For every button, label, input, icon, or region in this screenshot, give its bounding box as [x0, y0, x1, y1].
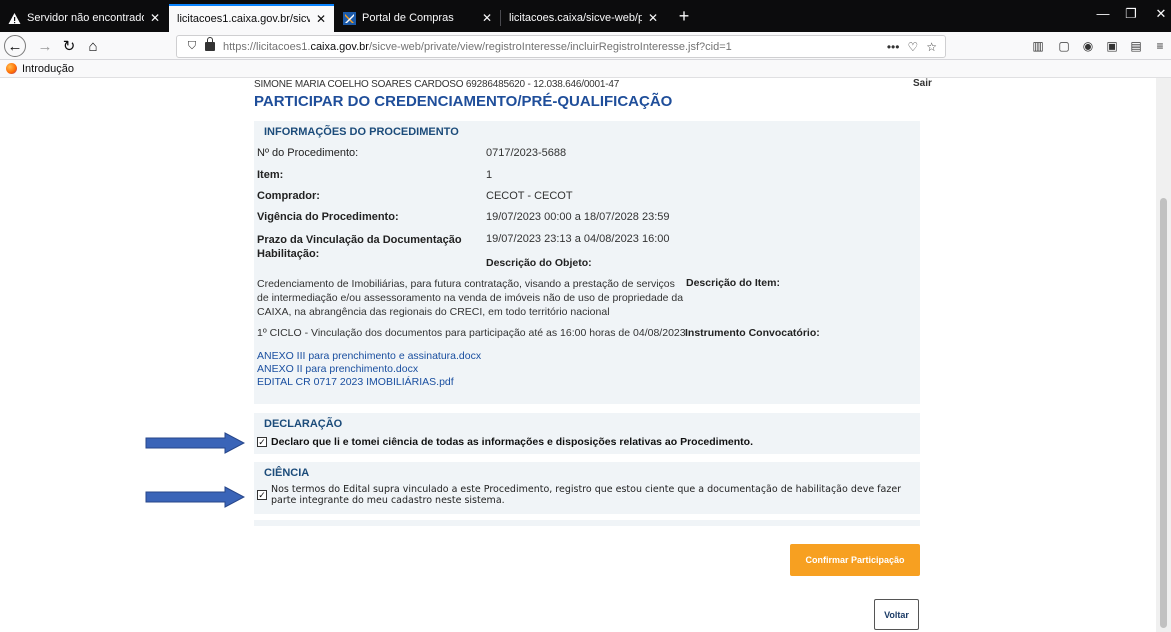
procedure-info-panel: INFORMAÇÕES DO PROCEDIMENTO Nº do Proced…	[254, 121, 920, 404]
extension-icon[interactable]: ▣	[1104, 38, 1120, 54]
home-icon[interactable]: ⌂	[82, 35, 104, 57]
account-icon[interactable]: ◉	[1080, 38, 1096, 54]
awareness-checkbox[interactable]: ✓	[257, 490, 267, 500]
page-title: PARTICIPAR DO CREDENCIAMENTO/PRÉ-QUALIFI…	[254, 93, 673, 110]
close-icon[interactable]: ✕	[482, 11, 492, 25]
tab-label: licitacoes.caixa/sicve-web/private/	[509, 12, 642, 24]
vertical-scrollbar[interactable]	[1156, 78, 1171, 632]
object-description-text: Credenciamento de Imobiliárias, para fut…	[257, 278, 684, 318]
navigation-toolbar: ← → ↻ ⌂ ⛉ https://licitacoes1.caixa.gov.…	[0, 32, 1171, 60]
lock-icon[interactable]	[205, 37, 215, 51]
bookmark-star-icon[interactable]: ☆	[926, 40, 937, 54]
back-arrow-icon[interactable]: ←	[4, 35, 26, 57]
bookmark-introducao[interactable]: Introdução	[22, 63, 74, 75]
minimize-icon[interactable]: —	[1090, 6, 1116, 21]
procedure-number-label: Nº do Procedimento:	[257, 147, 359, 159]
restore-icon[interactable]: ❐	[1118, 6, 1144, 22]
page-viewport: SIMONE MARIA COELHO SOARES CARDOSO 69286…	[0, 78, 1156, 632]
section-heading: INFORMAÇÕES DO PROCEDIMENTO	[264, 126, 459, 138]
deadline-label: Prazo da Vinculação da Documentação Habi…	[257, 234, 462, 260]
forward-arrow-icon[interactable]: →	[34, 35, 56, 57]
url-bar[interactable]: ⛉ https://licitacoes1.caixa.gov.br/sicve…	[176, 35, 946, 58]
document-link[interactable]: EDITAL CR 0717 2023 IMOBILIÁRIAS.pdf	[257, 376, 454, 388]
deadline-value: 19/07/2023 23:13 a 04/08/2023 16:00	[486, 233, 670, 245]
tab-server-not-found[interactable]: Servidor não encontrado ✕	[0, 4, 168, 32]
document-link[interactable]: ANEXO II para prenchimento.docx	[257, 363, 418, 375]
document-link[interactable]: ANEXO III para prenchimento e assinatura…	[257, 350, 481, 362]
user-identification: SIMONE MARIA COELHO SOARES CARDOSO 69286…	[254, 79, 620, 90]
logout-link[interactable]: Sair	[913, 78, 932, 89]
tab-sicve-private[interactable]: licitacoes.caixa/sicve-web/private/ ✕	[501, 4, 666, 32]
declaration-text: Declaro que li e tomei ciência de todas …	[271, 436, 754, 448]
item-label: Item:	[257, 169, 284, 181]
awareness-text: Nos termos do Edital supra vinculado a e…	[271, 484, 902, 506]
section-heading: DECLARAÇÃO	[264, 418, 343, 430]
warning-icon	[8, 12, 21, 25]
tab-bar: Servidor não encontrado ✕ licitacoes1.ca…	[0, 0, 1171, 32]
tab-licitacoes-active[interactable]: licitacoes1.caixa.gov.br/sicve-web/ ✕	[169, 4, 334, 32]
pocket-icon[interactable]: ♡	[907, 40, 918, 54]
awareness-panel: CIÊNCIA ✓ Nos termos do Edital supra vin…	[254, 462, 920, 514]
validity-value: 19/07/2023 00:00 a 18/07/2028 23:59	[486, 211, 670, 223]
section-heading: CIÊNCIA	[264, 467, 310, 479]
procedure-number-value: 0717/2023-5688	[486, 147, 567, 159]
tab-label: Portal de Compras	[362, 12, 454, 24]
caixa-logo-icon	[343, 11, 356, 25]
instrument-label: Instrumento Convocatório:	[685, 327, 820, 339]
declaration-panel: DECLARAÇÃO ✓ Declaro que li e tomei ciên…	[254, 413, 920, 454]
page-actions-icon[interactable]: •••	[887, 40, 900, 54]
bookmarks-toolbar: Introdução	[0, 60, 1171, 78]
close-icon[interactable]: ✕	[648, 11, 658, 25]
sidebar-icon[interactable]: ▢	[1056, 38, 1072, 54]
tab-portal-compras[interactable]: Portal de Compras ✕	[335, 4, 500, 32]
screenshot-icon[interactable]: ▤	[1128, 38, 1144, 54]
scrollbar-thumb[interactable]	[1160, 198, 1167, 628]
new-tab-button[interactable]: +	[670, 4, 698, 28]
url-text[interactable]: https://licitacoes1.caixa.gov.br/sicve-w…	[223, 41, 887, 53]
window-close-icon[interactable]: ✕	[1148, 6, 1171, 22]
object-description-label: Descrição do Objeto:	[486, 257, 592, 269]
item-description-label: Descrição do Item:	[686, 277, 780, 289]
item-value: 1	[486, 169, 493, 181]
tracking-shield-icon[interactable]: ⛉	[185, 40, 199, 53]
buyer-value: CECOT - CECOT	[486, 190, 573, 202]
annotation-arrow-icon	[145, 486, 245, 508]
tab-label: Servidor não encontrado	[27, 12, 144, 24]
reload-icon[interactable]: ↻	[58, 35, 80, 57]
spacer-panel	[254, 520, 920, 526]
validity-label: Vigência do Procedimento:	[257, 211, 399, 223]
library-icon[interactable]: ▥	[1030, 38, 1046, 54]
close-icon[interactable]: ✕	[316, 12, 326, 26]
close-icon[interactable]: ✕	[150, 11, 160, 25]
cycle-text: 1º CICLO - Vinculação dos documentos par…	[257, 327, 686, 339]
annotation-arrow-icon	[145, 432, 245, 454]
firefox-icon	[6, 63, 17, 74]
tab-label: licitacoes1.caixa.gov.br/sicve-web/	[177, 13, 310, 25]
buyer-label: Comprador:	[257, 190, 320, 202]
back-button[interactable]: Voltar	[874, 599, 919, 630]
menu-icon[interactable]: ≡	[1152, 38, 1168, 54]
confirm-participation-button[interactable]: Confirmar Participação	[790, 544, 920, 576]
declaration-checkbox[interactable]: ✓	[257, 437, 267, 447]
